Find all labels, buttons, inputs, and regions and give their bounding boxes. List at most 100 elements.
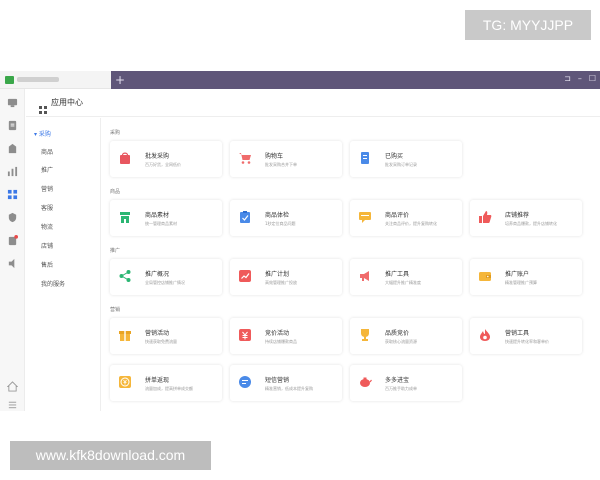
app-card-duoduo-jinbao[interactable]: 多多进宝 百万推手助力成单 <box>350 365 462 401</box>
app-card-store-recommend[interactable]: 店铺推荐 培养商品爆款，提升店铺转化 <box>470 200 582 236</box>
app-card-group-cashback[interactable]: 拼单返现 流量加成，提高拼单成交额 <box>110 365 222 401</box>
card-title: 购物车 <box>265 153 284 160</box>
card-desc: 获取核心流量资源 <box>385 339 417 344</box>
coin-icon <box>118 375 132 389</box>
app-card-wholesale-purchase[interactable]: 批发采购 百万好货，全网低价 <box>110 141 222 177</box>
sidebar-speaker-icon[interactable] <box>7 258 18 269</box>
sidebar-data-icon[interactable] <box>7 166 18 177</box>
card-title: 店铺推荐 <box>505 212 530 219</box>
share-icon <box>118 269 132 283</box>
card-desc: 精准管理推广预算 <box>505 280 537 285</box>
section-label-purchase: 采购 <box>110 130 121 136</box>
card-title: 品质竞价 <box>385 330 410 337</box>
sidebar-shield-icon[interactable] <box>7 212 18 223</box>
card-title: 拼单返现 <box>145 377 170 384</box>
document-icon <box>358 151 372 165</box>
app-card-bidding-events[interactable]: 竞价活动 持续店铺爆款商品 <box>230 318 342 354</box>
watermark-bottom: www.kfk8download.com <box>10 441 211 470</box>
nav-item-store[interactable]: 店铺 <box>41 241 53 250</box>
bag-icon <box>118 151 132 165</box>
thumb-icon <box>478 210 492 224</box>
minimize-button[interactable]: – <box>578 73 582 85</box>
sidebar-goods-icon[interactable] <box>7 143 18 154</box>
nav-item-goods[interactable]: 商品 <box>41 147 53 156</box>
app-card-goods-checkup[interactable]: 商品体检 1秒定位商品问题 <box>230 200 342 236</box>
card-title: 营销工具 <box>505 330 530 337</box>
section-label-promotion: 推广 <box>110 248 121 254</box>
sidebar-menu-icon[interactable] <box>7 395 18 409</box>
app-window: + ⊐ – ☐ 应用中心 ▾ 采购 商品 推广 营销 客服 物流 店铺 售后 我… <box>0 71 600 411</box>
app-card-sms-marketing[interactable]: 短信营销 精准营销，低成本提升复购 <box>230 365 342 401</box>
app-card-promo-account[interactable]: 推广账户 精准管理推广预算 <box>470 259 582 295</box>
card-desc: 持续店铺爆款商品 <box>265 339 297 344</box>
clipboard-icon <box>238 210 252 224</box>
card-desc: 1秒定位商品问题 <box>265 221 296 226</box>
app-card-purchased[interactable]: 已购买 批发采购订单记录 <box>350 141 462 177</box>
page-title: 应用中心 <box>51 98 83 107</box>
message-icon <box>238 375 252 389</box>
nav-item-promotion[interactable]: 推广 <box>41 165 53 174</box>
pin-window-button[interactable]: ⊐ <box>564 73 571 85</box>
sidebar-house-icon[interactable] <box>6 377 19 392</box>
card-desc: 百万好货，全网低价 <box>145 162 181 167</box>
sidebar-orders-icon[interactable] <box>7 120 18 131</box>
app-card-goods-material[interactable]: 商品素材 统一管理商品素材 <box>110 200 222 236</box>
card-desc: 高效管理推广投放 <box>265 280 297 285</box>
nav-item-aftersale[interactable]: 售后 <box>41 260 53 269</box>
new-tab-button[interactable]: + <box>115 72 125 88</box>
card-title: 短信营销 <box>265 377 290 384</box>
cart-icon <box>238 151 252 165</box>
maximize-button[interactable]: ☐ <box>589 73 596 85</box>
card-desc: 批发采购合并下单 <box>265 162 297 167</box>
window-controls: ⊐ – ☐ <box>564 73 596 85</box>
nav-item-marketing[interactable]: 营销 <box>41 184 53 193</box>
card-title: 商品素材 <box>145 212 170 219</box>
nav-group-purchase[interactable]: ▾ 采购 <box>34 129 51 138</box>
card-title: 商品评价 <box>385 212 410 219</box>
card-title: 竞价活动 <box>265 330 290 337</box>
page-header: 应用中心 <box>26 89 600 117</box>
app-card-marketing-tools[interactable]: 营销工具 快速提升转化率和客单价 <box>470 318 582 354</box>
flame-icon <box>478 328 492 342</box>
app-name-blurred <box>17 77 59 82</box>
nav-item-logistics[interactable]: 物流 <box>41 222 53 231</box>
card-desc: 全局管控店铺推广情况 <box>145 280 185 285</box>
card-title: 多多进宝 <box>385 377 410 384</box>
app-card-cart[interactable]: 购物车 批发采购合并下单 <box>230 141 342 177</box>
card-title: 批发采购 <box>145 153 170 160</box>
card-desc: 关注商品评价，提升复购转化 <box>385 221 437 226</box>
megaphone-icon <box>358 269 372 283</box>
watermark-top: TG: MYYJJPP <box>465 10 591 40</box>
teapot-icon <box>358 375 372 389</box>
sidebar-apps-icon[interactable] <box>7 189 18 200</box>
card-desc: 百万推手助力成单 <box>385 386 417 391</box>
section-label-goods: 商品 <box>110 189 121 195</box>
store-icon <box>118 210 132 224</box>
card-desc: 批发采购订单记录 <box>385 162 417 167</box>
card-desc: 精准营销，低成本提升复购 <box>265 386 313 391</box>
card-title: 已购买 <box>385 153 404 160</box>
title-bar <box>0 71 111 89</box>
trophy-icon <box>358 328 372 342</box>
sidebar-home-icon[interactable] <box>7 97 18 108</box>
chart-icon <box>238 269 252 283</box>
card-title: 推广账户 <box>505 271 530 278</box>
app-card-promo-tools[interactable]: 推广工具 大幅提升推广精准度 <box>350 259 462 295</box>
app-card-promo-overview[interactable]: 推广概况 全局管控店铺推广情况 <box>110 259 222 295</box>
nav-item-my-services[interactable]: 我的服务 <box>41 279 65 288</box>
app-card-promo-plan[interactable]: 推广计划 高效管理推广投放 <box>230 259 342 295</box>
app-center-icon <box>39 99 47 114</box>
app-card-marketing-events[interactable]: 营销活动 快速获取免费流量 <box>110 318 222 354</box>
card-title: 推广工具 <box>385 271 410 278</box>
card-desc: 统一管理商品素材 <box>145 221 177 226</box>
section-label-marketing: 营销 <box>110 307 121 313</box>
app-card-goods-review[interactable]: 商品评价 关注商品评价，提升复购转化 <box>350 200 462 236</box>
card-desc: 流量加成，提高拼单成交额 <box>145 386 193 391</box>
card-title: 推广概况 <box>145 271 170 278</box>
nav-item-service[interactable]: 客服 <box>41 203 53 212</box>
tab-bar: + ⊐ – ☐ <box>111 71 600 89</box>
app-card-quality-bidding[interactable]: 品质竞价 获取核心流量资源 <box>350 318 462 354</box>
card-desc: 快速获取免费流量 <box>145 339 177 344</box>
sidebar-notice-icon[interactable] <box>7 235 18 246</box>
wallet-icon <box>478 269 492 283</box>
